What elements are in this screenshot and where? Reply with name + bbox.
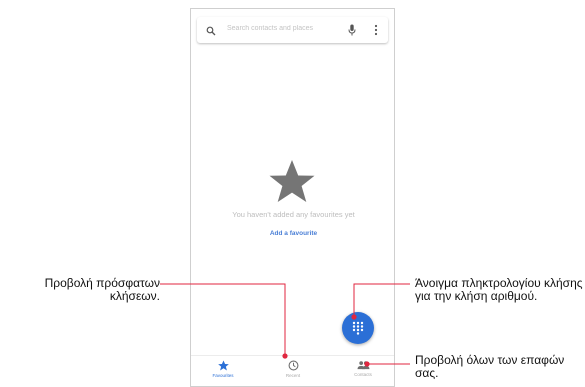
callout-recent-text: Προβολή πρόσφατων κλήσεων.: [44, 276, 160, 303]
callout-dialpad-text: Άνοιγμα πληκτρολογίου κλήσης για την κλή…: [415, 276, 583, 303]
callout-dot-contacts: [364, 361, 370, 367]
callout-dot-dialpad: [351, 314, 357, 320]
callout-line-dialpad: [353, 283, 410, 315]
callout-lines: [160, 283, 410, 367]
callout-contacts-text: Προβολή όλων των επαφών σας.: [415, 353, 565, 380]
callout-line-recent: [160, 283, 286, 354]
callout-dot-recent: [282, 353, 288, 359]
